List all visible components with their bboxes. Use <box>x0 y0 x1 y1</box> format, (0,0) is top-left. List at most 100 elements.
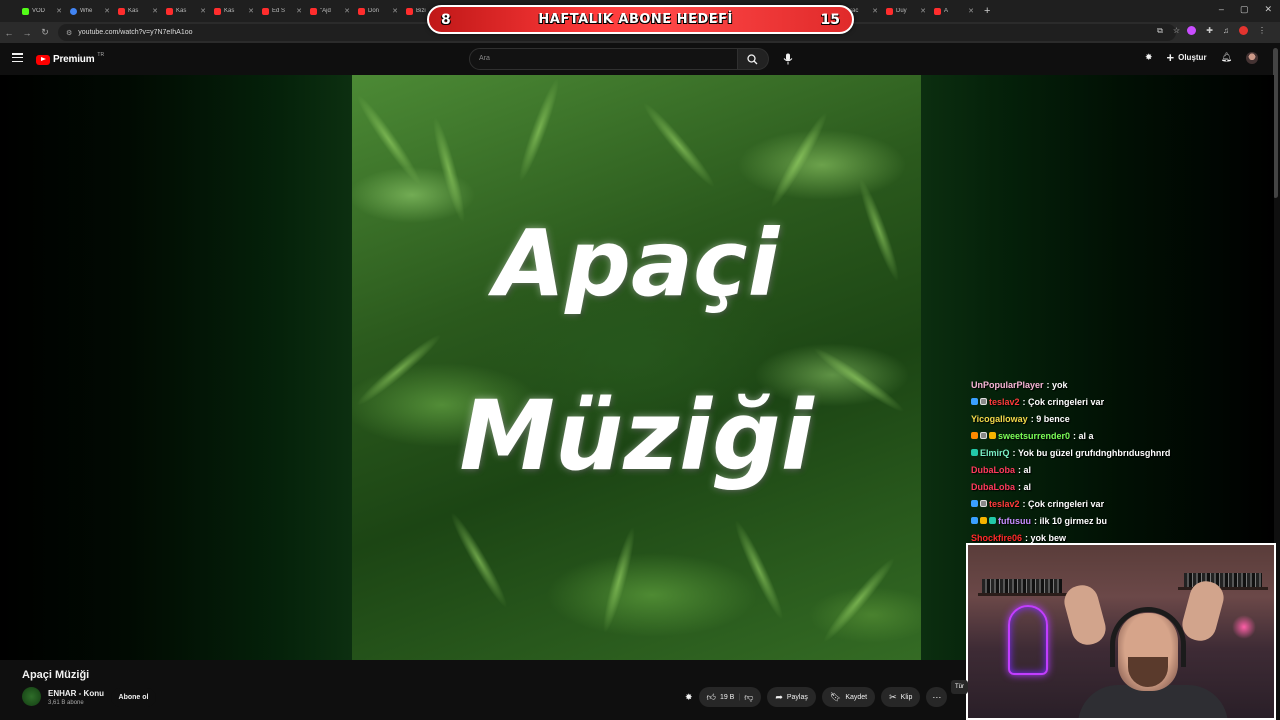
thumbs-down-icon[interactable]: 👎︎ <box>744 692 753 703</box>
back-icon[interactable]: ← <box>0 28 18 38</box>
premium-sparkle-icon[interactable]: ✸ <box>1145 52 1153 63</box>
browser-tab[interactable]: VOD ✕ <box>18 2 66 20</box>
chat-message: sweetsurrender0: al a <box>971 427 1271 444</box>
chat-text: al a <box>1078 430 1094 441</box>
video-title: Apaçi Müziği <box>22 669 90 681</box>
tab-close-icon[interactable]: ✕ <box>104 7 110 15</box>
browser-tab[interactable]: A ✕ <box>930 2 978 20</box>
browser-tab[interactable]: Duy ✕ <box>882 2 930 20</box>
leaf-shape <box>445 508 513 612</box>
chat-username: teslav2 <box>989 396 1020 407</box>
clip-button[interactable]: ✂ Klip <box>881 687 921 707</box>
chat-badge-icon <box>980 517 987 524</box>
tab-favicon-icon <box>262 7 269 15</box>
cast-icon[interactable]: ⧉ <box>1157 26 1163 36</box>
webcam-overlay <box>966 543 1276 720</box>
subscriber-count: 3,61 B abone <box>48 700 84 706</box>
new-tab-button[interactable]: + <box>984 5 990 17</box>
tab-close-icon[interactable]: ✕ <box>248 7 254 15</box>
search-input[interactable]: Ara <box>469 48 738 70</box>
youtube-logo[interactable]: Premium TR <box>36 52 104 65</box>
minimize-icon[interactable]: – <box>1219 4 1224 15</box>
tab-close-icon[interactable]: ✕ <box>968 7 974 15</box>
account-avatar[interactable] <box>1246 51 1258 64</box>
tab-favicon-icon <box>934 7 941 15</box>
thumbnail-title-line1: Apaçi <box>493 210 780 317</box>
headset <box>1110 607 1186 667</box>
leaf-shape <box>638 98 720 192</box>
bookmark-icon: 🔖︎ <box>829 691 842 702</box>
chat-message: ElmirQ: Yok bu güzel grufıdnghbrıdusghnr… <box>971 444 1271 461</box>
tab-title: Don <box>368 8 380 14</box>
chat-text: yok <box>1052 379 1068 390</box>
voice-search-button[interactable] <box>778 48 798 70</box>
shelf <box>978 593 1068 596</box>
url-text: youtube.com/watch?v=y7N7eIhA1oo <box>78 29 193 36</box>
youtube-header: Premium TR Ara ✸ + Oluştur 🔔︎ <box>0 43 1280 75</box>
chat-username: Shockfire06 <box>971 532 1023 543</box>
chat-badge-icon <box>971 398 978 405</box>
chat-message: UnPopularPlayer: yok <box>971 376 1271 393</box>
maximize-icon[interactable]: ▢ <box>1240 4 1249 15</box>
leaf-shape <box>765 108 833 212</box>
tab-close-icon[interactable]: ✕ <box>344 7 350 15</box>
chat-text: yok bew <box>1030 532 1067 543</box>
like-count[interactable]: 19 B <box>720 694 734 701</box>
bookmark-star-icon[interactable]: ☆ <box>1173 26 1180 36</box>
tab-close-icon[interactable]: ✕ <box>200 7 206 15</box>
channel-avatar[interactable] <box>22 687 41 706</box>
leaf-shape <box>729 517 789 623</box>
tab-close-icon[interactable]: ✕ <box>920 7 926 15</box>
browser-tab[interactable]: Ed S ✕ <box>258 2 306 20</box>
tab-title: Kas <box>224 8 235 14</box>
more-actions-button[interactable]: ⋯ <box>926 687 948 707</box>
save-button[interactable]: 🔖︎ Kaydet <box>821 687 876 707</box>
browser-tab[interactable]: Kas ✕ <box>210 2 258 20</box>
notifications-bell-icon[interactable]: 🔔︎ <box>1221 52 1232 63</box>
share-button[interactable]: ➦ Paylaş <box>767 687 816 707</box>
clip-label: Klip <box>900 693 913 701</box>
tab-close-icon[interactable]: ✕ <box>296 7 302 15</box>
create-button[interactable]: + Oluştur <box>1167 51 1207 64</box>
chat-badge-icon <box>989 432 996 439</box>
reload-icon[interactable]: ↻ <box>36 27 54 38</box>
browser-tab[interactable]: Kas ✕ <box>114 2 162 20</box>
menu-kebab-icon[interactable]: ⋮ <box>1258 26 1266 35</box>
tab-close-icon[interactable]: ✕ <box>152 7 158 15</box>
channel-name[interactable]: ENHAR - Konu <box>48 689 104 698</box>
browser-tab[interactable]: Whe ✕ <box>66 2 114 20</box>
browser-tab[interactable]: "Ajd ✕ <box>306 2 354 20</box>
extensions-puzzle-icon[interactable]: ✚ <box>1206 26 1213 35</box>
chat-username: UnPopularPlayer <box>971 379 1044 390</box>
logo-text: Premium <box>53 54 95 65</box>
language-chip[interactable]: Tür <box>951 680 968 694</box>
search-button[interactable] <box>738 48 769 70</box>
chat-username: DubaLoba <box>971 464 1015 475</box>
tab-close-icon[interactable]: ✕ <box>56 7 62 15</box>
bookshelf-books <box>982 579 1062 593</box>
browser-tab[interactable]: Kas ✕ <box>162 2 210 20</box>
profile-icon[interactable] <box>1239 26 1248 35</box>
thumbs-up-icon[interactable]: 👍︎ <box>707 692 716 703</box>
site-info-icon[interactable]: ⚙ <box>66 29 72 37</box>
forward-icon[interactable]: → <box>18 28 36 38</box>
chat-text: ilk 10 girmez bu <box>1039 515 1108 526</box>
media-controls-icon[interactable]: ♫ <box>1223 26 1229 35</box>
extension-icon[interactable] <box>1187 26 1197 35</box>
tab-close-icon[interactable]: ✕ <box>872 7 878 15</box>
leaf-shape <box>818 553 900 647</box>
browser-tab[interactable]: Don ✕ <box>354 2 402 20</box>
like-dislike-group: 👍︎ 19 B | 👎︎ <box>698 687 762 707</box>
chat-badge-icon <box>971 449 978 456</box>
extensions-area: ✚ ♫ ⋮ <box>1187 26 1266 35</box>
close-icon[interactable]: ✕ <box>1264 4 1272 15</box>
tab-close-icon[interactable]: ✕ <box>392 7 398 15</box>
tab-favicon-icon <box>118 7 125 15</box>
sparkle-icon[interactable]: ✸ <box>685 692 693 703</box>
chat-badge-icon <box>980 500 987 507</box>
menu-hamburger-icon[interactable] <box>12 53 23 62</box>
plus-icon: + <box>1166 50 1175 65</box>
chat-message: DubaLoba: al <box>971 478 1271 495</box>
subscribe-button[interactable]: Abone ol <box>111 688 156 707</box>
chat-text: 9 bence <box>1036 413 1070 424</box>
